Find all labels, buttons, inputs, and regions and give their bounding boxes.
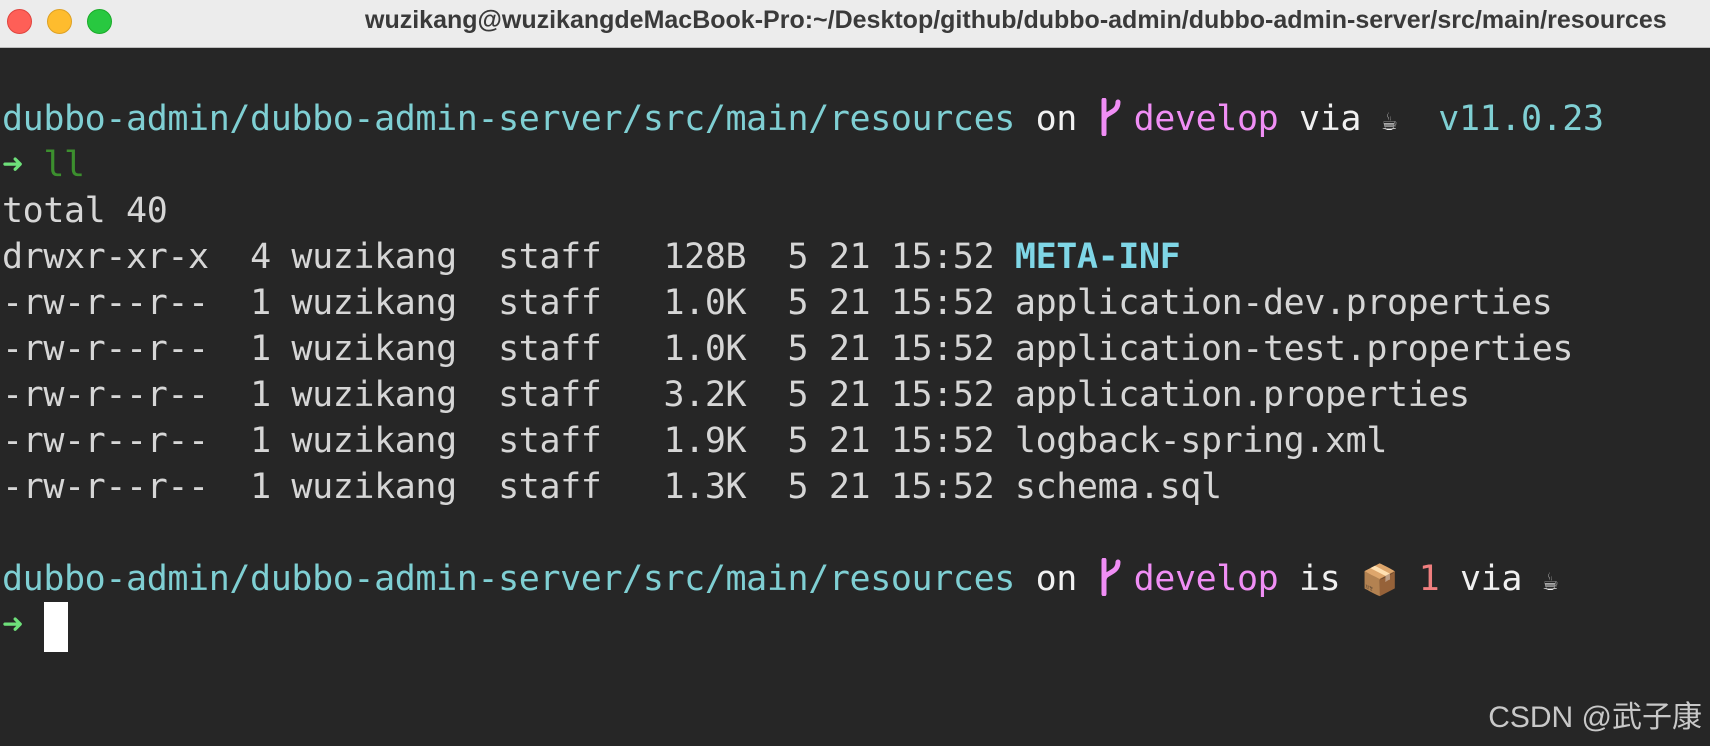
minimize-window-button[interactable] bbox=[47, 9, 72, 34]
entry-name: application-test.properties bbox=[1014, 329, 1574, 369]
entry-name: META-INF bbox=[1014, 237, 1181, 277]
entry-time: 15:52 bbox=[890, 467, 995, 507]
prompt-on: on bbox=[1014, 99, 1098, 139]
entry-links: 1 bbox=[250, 421, 271, 461]
command-text: ll bbox=[43, 145, 85, 185]
entry-links: 1 bbox=[250, 375, 271, 415]
entry-owner: wuzikang bbox=[291, 375, 457, 415]
entry-month: 5 bbox=[787, 237, 809, 277]
entry-name: application-dev.properties bbox=[1014, 283, 1553, 323]
entry-month: 5 bbox=[787, 329, 809, 369]
git-branch-icon bbox=[1101, 558, 1121, 596]
entry-time: 15:52 bbox=[890, 283, 995, 323]
entry-group: staff bbox=[498, 421, 602, 461]
branch-name: develop bbox=[1133, 559, 1279, 599]
entry-day: 21 bbox=[828, 237, 871, 277]
entry-day: 21 bbox=[828, 375, 871, 415]
entry-group: staff bbox=[498, 329, 602, 369]
entry-perms: -rw-r--r-- bbox=[2, 421, 209, 461]
entry-owner: wuzikang bbox=[291, 283, 457, 323]
entry-name: application.properties bbox=[1014, 375, 1470, 415]
prompt-line: dubbo-admin/dubbo-admin-server/src/main/… bbox=[2, 554, 1558, 607]
entry-perms: -rw-r--r-- bbox=[2, 283, 209, 323]
output-total: total 40 bbox=[2, 191, 168, 231]
entry-time: 15:52 bbox=[890, 329, 995, 369]
java-version: v11.0.23 bbox=[1396, 99, 1604, 139]
close-window-button[interactable] bbox=[7, 9, 32, 34]
package-icon: 📦 bbox=[1361, 563, 1398, 598]
coffee-icon: ☕ bbox=[1381, 107, 1398, 137]
entry-size: 128B bbox=[663, 237, 747, 277]
entry-owner: wuzikang bbox=[291, 237, 457, 277]
list-item: drwxr-xr-x 4 wuzikang staff 128B 5 21 15… bbox=[2, 232, 1181, 282]
prompt-line: dubbo-admin/dubbo-admin-server/src/main/… bbox=[2, 94, 1604, 147]
entry-links: 1 bbox=[250, 467, 271, 507]
terminal-output[interactable]: dubbo-admin/dubbo-admin-server/src/main/… bbox=[0, 48, 1710, 746]
branch-name: develop bbox=[1133, 99, 1279, 139]
entry-month: 5 bbox=[787, 375, 809, 415]
prompt-is: is bbox=[1278, 559, 1361, 599]
text-cursor bbox=[44, 602, 68, 652]
list-item: -rw-r--r-- 1 wuzikang staff 3.2K 5 21 15… bbox=[2, 370, 1470, 420]
list-item: -rw-r--r-- 1 wuzikang staff 1.9K 5 21 15… bbox=[2, 416, 1387, 466]
entry-group: staff bbox=[498, 237, 602, 277]
maximize-window-button[interactable] bbox=[87, 9, 112, 34]
entry-perms: -rw-r--r-- bbox=[2, 375, 209, 415]
prompt-on: on bbox=[1014, 559, 1098, 599]
command-line: ➜ bbox=[2, 600, 43, 650]
entry-perms: drwxr-xr-x bbox=[2, 237, 209, 277]
window-title: wuzikang@wuzikangdeMacBook-Pro:~/Desktop… bbox=[365, 6, 1667, 34]
git-branch-icon bbox=[1101, 98, 1121, 136]
entry-links: 1 bbox=[250, 329, 271, 369]
entry-perms: -rw-r--r-- bbox=[2, 467, 209, 507]
watermark: CSDN @武子康 bbox=[1488, 701, 1702, 734]
entry-owner: wuzikang bbox=[291, 421, 457, 461]
entry-day: 21 bbox=[828, 421, 871, 461]
entry-month: 5 bbox=[787, 283, 809, 323]
entry-perms: -rw-r--r-- bbox=[2, 329, 209, 369]
entry-time: 15:52 bbox=[890, 237, 995, 277]
entry-name: logback-spring.xml bbox=[1014, 421, 1388, 461]
entry-links: 1 bbox=[250, 283, 271, 323]
command-line: ➜ ll bbox=[2, 140, 85, 190]
entry-links: 4 bbox=[250, 237, 271, 277]
entry-group: staff bbox=[498, 467, 602, 507]
list-item: -rw-r--r-- 1 wuzikang staff 1.0K 5 21 15… bbox=[2, 278, 1553, 328]
entry-time: 15:52 bbox=[890, 375, 995, 415]
entry-size: 1.0K bbox=[663, 329, 747, 369]
entry-size: 1.0K bbox=[663, 283, 747, 323]
entry-size: 3.2K bbox=[663, 375, 747, 415]
prompt-via: via bbox=[1439, 559, 1543, 599]
prompt-arrow-icon: ➜ bbox=[2, 605, 23, 645]
entry-size: 1.3K bbox=[663, 467, 747, 507]
entry-size: 1.9K bbox=[663, 421, 747, 461]
entry-name: schema.sql bbox=[1014, 467, 1222, 507]
prompt-path: dubbo-admin/dubbo-admin-server/src/main/… bbox=[2, 99, 1015, 139]
coffee-icon: ☕ bbox=[1542, 567, 1559, 597]
window-titlebar[interactable]: wuzikang@wuzikangdeMacBook-Pro:~/Desktop… bbox=[0, 0, 1710, 48]
file-count: 1 bbox=[1397, 559, 1440, 599]
list-item: -rw-r--r-- 1 wuzikang staff 1.3K 5 21 15… bbox=[2, 462, 1222, 512]
entry-day: 21 bbox=[828, 467, 871, 507]
entry-month: 5 bbox=[787, 421, 809, 461]
entry-group: staff bbox=[498, 283, 602, 323]
list-item: -rw-r--r-- 1 wuzikang staff 1.0K 5 21 15… bbox=[2, 324, 1573, 374]
entry-group: staff bbox=[498, 375, 602, 415]
prompt-via: via bbox=[1278, 99, 1382, 139]
entry-owner: wuzikang bbox=[291, 467, 457, 507]
entry-time: 15:52 bbox=[890, 421, 995, 461]
entry-month: 5 bbox=[787, 467, 809, 507]
prompt-path: dubbo-admin/dubbo-admin-server/src/main/… bbox=[2, 559, 1015, 599]
entry-day: 21 bbox=[828, 329, 871, 369]
prompt-arrow-icon: ➜ bbox=[2, 145, 23, 185]
entry-day: 21 bbox=[828, 283, 871, 323]
entry-owner: wuzikang bbox=[291, 329, 457, 369]
